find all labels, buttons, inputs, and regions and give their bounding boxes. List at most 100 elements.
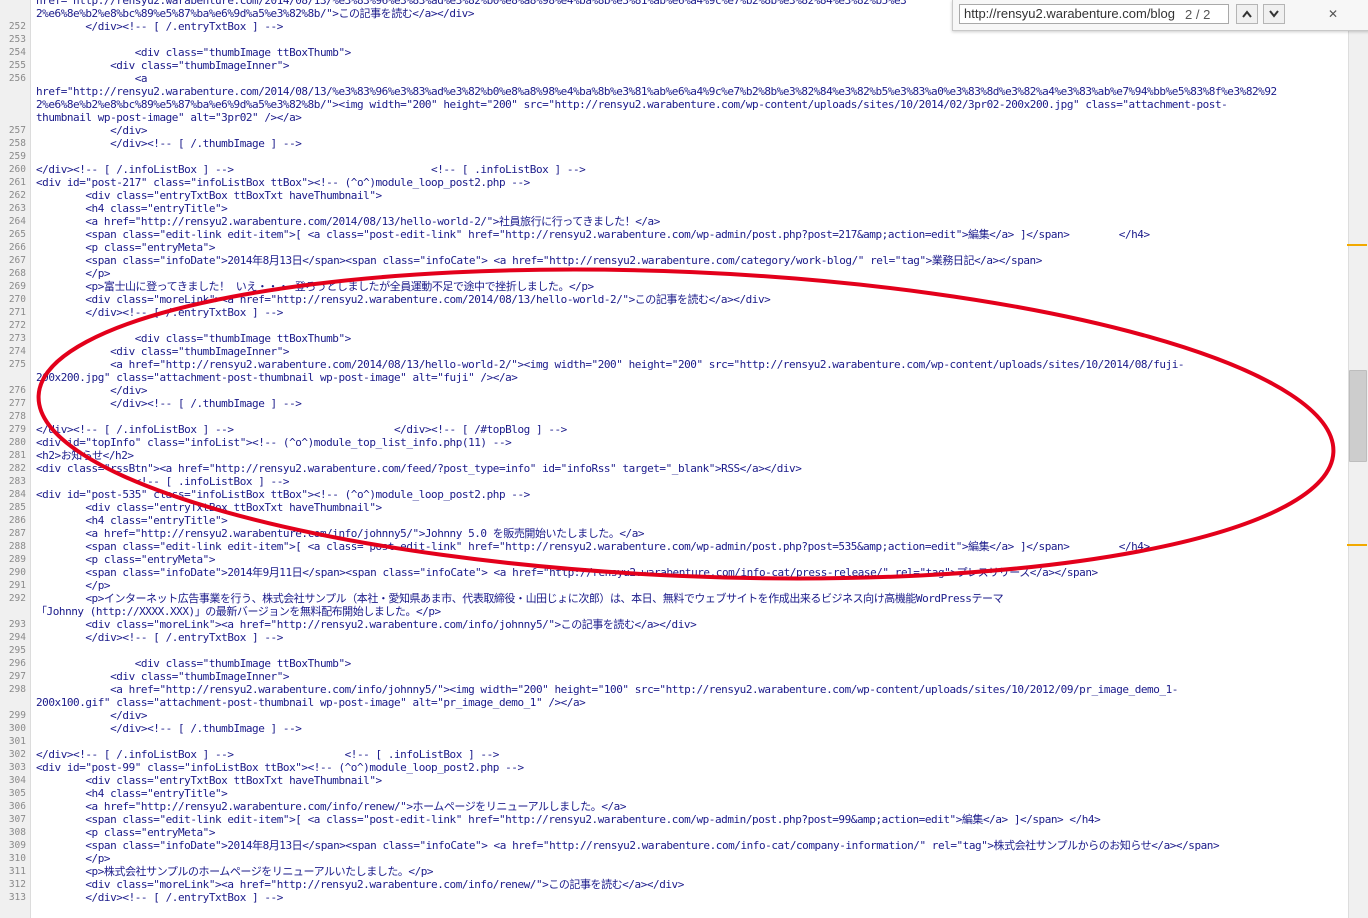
code-text: 200x100.gif" class="attachment-post-thum… — [36, 696, 586, 709]
line-number: 293 — [8, 619, 26, 630]
code-text: <p class="entryMeta"> — [36, 826, 216, 839]
source-view[interactable]: href="http://rensyu2.warabenture.com/201… — [0, 0, 1348, 918]
code-text: <a href="http://rensyu2.warabenture.com/… — [36, 800, 627, 813]
code-line: 306 <a href="http://rensyu2.warabenture.… — [0, 800, 1348, 813]
line-number: 306 — [8, 801, 26, 812]
find-next-button[interactable] — [1263, 4, 1285, 24]
line-number: 294 — [8, 632, 26, 643]
code-line: 309 <span class="infoDate">2014年8月13日</s… — [0, 839, 1348, 852]
line-number: 285 — [8, 502, 26, 513]
line-number: 296 — [8, 658, 26, 669]
line-number: 267 — [8, 255, 26, 266]
code-text: </p> — [36, 579, 111, 592]
code-line: 292 <p>インターネット広告事業を行う、株式会社サンプル（本社・愛知県あま市… — [0, 592, 1348, 605]
code-line: 289 <p class="entryMeta"> — [0, 553, 1348, 566]
line-number: 305 — [8, 788, 26, 799]
code-text: <a — [36, 72, 148, 85]
find-previous-button[interactable] — [1236, 4, 1258, 24]
line-number: 265 — [8, 229, 26, 240]
code-text: thumbnail wp-post-image" alt="3pr02" /><… — [36, 111, 302, 124]
code-line: 273 <div class="thumbImage ttBoxThumb"> — [0, 332, 1348, 345]
code-line: 276 </div> — [0, 384, 1348, 397]
code-line: 264 <a href="http://rensyu2.warabenture.… — [0, 215, 1348, 228]
code-line: 263 <h4 class="entryTitle"> — [0, 202, 1348, 215]
code-text: 200x200.jpg" class="attachment-post-thum… — [36, 371, 518, 384]
line-number: 292 — [8, 593, 26, 604]
code-text: </div><!-- [ /.infoListBox ] --> <!-- [ … — [36, 163, 586, 176]
line-number: 262 — [8, 190, 26, 201]
code-line: 296 <div class="thumbImage ttBoxThumb"> — [0, 657, 1348, 670]
code-line: 304 <div class="entryTxtBox ttBoxTxt hav… — [0, 774, 1348, 787]
code-line: 2%e6%8e%b2%e8%bc%89%e5%87%ba%e6%9d%a5%e3… — [0, 98, 1348, 111]
line-number: 295 — [8, 645, 26, 656]
code-line: 272 — [0, 319, 1348, 332]
line-number: 280 — [8, 437, 26, 448]
line-number: 282 — [8, 463, 26, 474]
line-number: 302 — [8, 749, 26, 760]
code-line: thumbnail wp-post-image" alt="3pr02" /><… — [0, 111, 1348, 124]
code-line: 293 <div class="moreLink"><a href="http:… — [0, 618, 1348, 631]
code-text: <div class="thumbImageInner"> — [36, 345, 290, 358]
code-line: 282 <div class="rssBtn"><a href="http://r… — [0, 462, 1348, 475]
code-text: <div class="thumbImageInner"> — [36, 670, 290, 683]
code-line: 200x200.jpg" class="attachment-post-thum… — [0, 371, 1348, 384]
chevron-up-icon — [1242, 10, 1252, 18]
code-line: 294 </div><!-- [ /.entryTxtBox ] --> — [0, 631, 1348, 644]
code-text: </div><!-- [ /.entryTxtBox ] --> — [36, 306, 283, 319]
code-text: <p>株式会社サンプルのホームページをリニューアルいたしました。</p> — [36, 865, 434, 878]
code-line: href="http://rensyu2.warabenture.com/201… — [0, 85, 1348, 98]
code-line: 290 <span class="infoDate">2014年9月11日</s… — [0, 566, 1348, 579]
code-line: 291 </p> — [0, 579, 1348, 592]
line-number: 300 — [8, 723, 26, 734]
code-text: </div><!-- [ /.entryTxtBox ] --> — [36, 631, 283, 644]
code-line: 278 — [0, 410, 1348, 423]
line-number: 308 — [8, 827, 26, 838]
code-line: 261 <div id="post-217" class="infoListBox… — [0, 176, 1348, 189]
code-line: 312 <div class="moreLink"><a href="http:… — [0, 878, 1348, 891]
code-text: <a href="http://rensyu2.warabenture.com/… — [36, 683, 1178, 696]
code-text: <h2>お知らせ</h2> — [36, 449, 134, 462]
code-text: <div id="post-217" class="infoListBox tt… — [36, 176, 530, 189]
code-line: 303 <div id="post-99" class="infoListBox … — [0, 761, 1348, 774]
code-line: 257 </div> — [0, 124, 1348, 137]
close-icon[interactable]: ✕ — [1325, 6, 1341, 22]
code-text: <a href="http://rensyu2.warabenture.com/… — [36, 527, 645, 540]
line-number: 301 — [8, 736, 26, 747]
code-line: 258 </div><!-- [ /.thumbImage ] --> — [0, 137, 1348, 150]
line-number: 271 — [8, 307, 26, 318]
code-text: <div id="topInfo" class="infoList"><!-- … — [36, 436, 512, 449]
code-text: <div class="thumbImageInner"> — [36, 59, 290, 72]
line-number: 288 — [8, 541, 26, 552]
code-line: 305 <h4 class="entryTitle"> — [0, 787, 1348, 800]
code-text: <span class="edit-link edit-item">[ <a c… — [36, 813, 1101, 826]
line-number: 298 — [8, 684, 26, 695]
line-number: 253 — [8, 34, 26, 45]
line-number: 312 — [8, 879, 26, 890]
scrollbar-thumb[interactable] — [1349, 370, 1367, 462]
code-line: 267 <span class="infoDate">2014年8月13日</s… — [0, 254, 1348, 267]
code-line: 280 <div id="topInfo" class="infoList"><!… — [0, 436, 1348, 449]
code-line: 286 <h4 class="entryTitle"> — [0, 514, 1348, 527]
line-number: 283 — [8, 476, 26, 487]
line-number: 303 — [8, 762, 26, 773]
code-text: <a href="http://rensyu2.warabenture.com/… — [36, 358, 1185, 371]
code-line: 300 </div><!-- [ /.thumbImage ] --> — [0, 722, 1348, 735]
code-line: 277 </div><!-- [ /.thumbImage ] --> — [0, 397, 1348, 410]
line-number: 252 — [8, 21, 26, 32]
line-number: 304 — [8, 775, 26, 786]
code-text: <span class="infoDate">2014年8月13日</span>… — [36, 839, 1220, 852]
code-text: <div class="entryTxtBox ttBoxTxt haveThu… — [36, 189, 382, 202]
code-text: <div class="rssBtn"><a href="http://rens… — [36, 462, 802, 475]
line-number: 272 — [8, 320, 26, 331]
line-number: 313 — [8, 892, 26, 903]
code-text: 2%e6%8e%b2%e8%bc%89%e5%87%ba%e6%9d%a5%e3… — [36, 7, 475, 20]
code-line: 301 — [0, 735, 1348, 748]
line-number: 277 — [8, 398, 26, 409]
line-number: 279 — [8, 424, 26, 435]
code-line: 298 <a href="http://rensyu2.warabenture.… — [0, 683, 1348, 696]
code-line: 283 <!-- [ .infoListBox ] --> — [0, 475, 1348, 488]
code-line: 297 <div class="thumbImageInner"> — [0, 670, 1348, 683]
code-text: <h4 class="entryTitle"> — [36, 202, 228, 215]
code-line: 265 <span class="edit-link edit-item">[ … — [0, 228, 1348, 241]
line-number: 299 — [8, 710, 26, 721]
